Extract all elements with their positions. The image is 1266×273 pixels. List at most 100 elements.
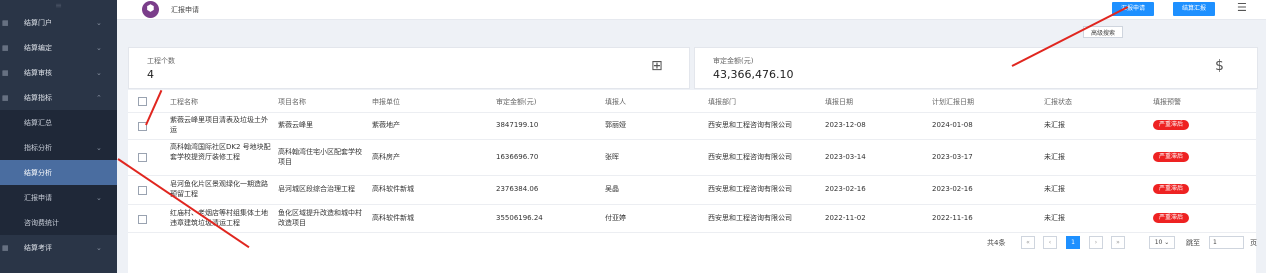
data-table: 工程名称 项目名称 申报单位 审定金额(元) 填报人 填报部门 填报日期 计划汇… [128,90,1256,273]
sidebar-item-label: 指标分析 [24,143,52,152]
grid-icon: ▦ [2,18,9,27]
row-checkbox[interactable] [138,153,147,162]
row-checkbox[interactable] [138,186,147,195]
cell-status: 未汇报 [1044,185,1065,193]
table-row[interactable]: 高科翰湾国际社区DK2 号地块配套学校提资厅装修工程 高科翰湾住宅小区配套学校项… [128,139,1256,176]
sidebar-item-settlement-index[interactable]: ▦ 结算指标 ⌃ [0,85,117,110]
cell-item-name: 皂河城区段综合治理工程 [278,185,355,193]
table-header: 工程名称 项目名称 申报单位 审定金额(元) 填报人 填报部门 填报日期 计划汇… [128,90,1256,113]
sidebar-item-label: 结算分析 [24,168,52,177]
sidebar-item-settlement-edit[interactable]: ▦ 结算编定 ⌄ [0,35,117,60]
last-page-button[interactable]: » [1111,236,1125,249]
cell-date: 2023-03-14 [825,153,866,161]
cell-date: 2023-12-08 [825,121,866,129]
grid-icon: ▦ [2,43,9,52]
column-header: 填报部门 [708,98,736,106]
column-header: 计划汇报日期 [932,98,974,106]
cell-status: 未汇报 [1044,121,1065,129]
cell-person: 吴晶 [605,185,619,193]
sidebar-item-evaluation[interactable]: ▦ 结算考评 ⌄ [0,235,117,260]
pager-total: 共4条 [987,239,1006,247]
sidebar-item-label: 汇报申请 [24,193,52,202]
header-bar: ⬢ 汇报申请 汇报申请 结算汇报 ☰ [117,0,1266,20]
cell-dept: 西安思和工程咨询有限公司 [708,121,792,129]
cell-unit: 高科软件新城 [372,185,414,193]
cell-item-name: 紫薇云峰里 [278,121,313,129]
table-row[interactable]: 红庙村、老烟店等村组集体土地违章建筑垃圾清运工程 鱼化区域提升改造和城中村改造项… [128,204,1256,233]
project-count-value: 4 [147,68,154,81]
amount-value: 43,366,476.10 [713,68,794,81]
cell-item-name: 高科翰湾住宅小区配套学校项目 [278,148,362,166]
cell-item-name: 鱼化区域提升改造和城中村改造项目 [278,209,362,227]
column-header: 汇报状态 [1044,98,1072,106]
sidebar-item-label: 结算汇总 [24,118,52,127]
chevron-up-icon: ⌃ [96,93,102,102]
warning-badge: 严重滞后 [1153,184,1190,194]
project-count-label: 工程个数 [147,57,175,65]
first-page-button[interactable]: « [1021,236,1035,249]
page-number-input[interactable]: 1 [1209,236,1244,249]
column-header: 工程名称 [170,98,198,106]
cell-dept: 西安思和工程咨询有限公司 [708,185,792,193]
column-header: 项目名称 [278,98,306,106]
table-row[interactable]: 皂河鱼化片区景观绿化一期造路预留工程 皂河城区段综合治理工程 高科软件新城 23… [128,175,1256,205]
cell-unit: 高科房产 [372,153,400,161]
amount-label: 审定金额(元) [713,57,754,65]
list-menu-icon[interactable]: ☰ [1237,2,1247,14]
sidebar-item-portal[interactable]: ▦ 结算门户 ⌄ [0,10,117,35]
chevron-down-icon: ⌄ [96,243,102,252]
row-checkbox[interactable] [138,215,147,224]
column-header: 审定金额(元) [496,98,537,106]
sidebar-subitem-index-analysis[interactable]: 指标分析 ⌄ [0,135,117,160]
cell-dept: 西安思和工程咨询有限公司 [708,153,792,161]
table-row[interactable]: 紫薇云峰里项目清表及垃圾土外运 紫薇云峰里 紫薇地产 3847199.10 郭丽… [128,112,1256,140]
column-header: 填报预警 [1153,98,1181,106]
money-bag-icon: $ [1215,58,1224,74]
column-header: 申报单位 [372,98,400,106]
settlement-report-button[interactable]: 结算汇报 [1173,2,1215,16]
sidebar-subitem-fee-stats[interactable]: 咨询费统计 [0,210,117,235]
warning-badge: 严重滞后 [1153,213,1190,223]
cell-date: 2023-02-16 [825,185,866,193]
cell-plan-date: 2023-03-17 [932,153,973,161]
cell-date: 2022-11-02 [825,214,866,222]
sidebar-subitem-report-apply[interactable]: 汇报申请 ⌄ [0,185,117,210]
sidebar-item-label: 结算考评 [24,243,52,252]
sidebar-subitem-summary[interactable]: 结算汇总 [0,110,117,135]
cell-person: 张晖 [605,153,619,161]
app-logo-icon: ⬢ [142,1,159,18]
cell-project-name: 皂河鱼化片区景观绿化一期造路预留工程 [170,180,268,198]
chevron-down-icon: ⌄ [96,68,102,77]
sidebar-item-label: 结算门户 [24,18,52,27]
cell-person: 郭丽娅 [605,121,626,129]
next-page-button[interactable]: › [1089,236,1103,249]
chevron-down-icon: ⌄ [96,193,102,202]
page-suffix-label: 页 [1250,239,1257,247]
grid-icon: ▦ [2,68,9,77]
sidebar-item-label: 结算审核 [24,68,52,77]
cell-status: 未汇报 [1044,153,1065,161]
cell-unit: 高科软件新城 [372,214,414,222]
cell-plan-date: 2023-02-16 [932,185,973,193]
select-all-checkbox[interactable] [138,97,147,106]
page-button-current[interactable]: 1 [1066,236,1080,249]
amount-card: 审定金额(元) 43,366,476.10 $ [694,47,1258,89]
column-header: 填报日期 [825,98,853,106]
cell-amount: 2376384.06 [496,185,539,193]
grid-icon: ▦ [2,93,9,102]
sidebar-item-label: 结算指标 [24,93,52,102]
prev-page-button[interactable]: ‹ [1043,236,1057,249]
report-apply-button[interactable]: 汇报申请 [1112,2,1154,16]
sidebar-subitem-settlement-analysis[interactable]: 结算分析 [0,160,117,185]
page-title: 汇报申请 [171,6,199,14]
cell-project-name: 红庙村、老烟店等村组集体土地违章建筑垃圾清运工程 [170,209,268,227]
cell-plan-date: 2024-01-08 [932,121,973,129]
page-size-select[interactable]: 10 ⌄ [1149,236,1175,249]
cell-unit: 紫薇地产 [372,121,400,129]
cell-amount: 1636696.70 [496,153,539,161]
plus-square-icon: ⊞ [651,58,663,74]
chevron-down-icon: ⌄ [96,18,102,27]
menu-toggle-icon[interactable]: ≡ [0,0,117,10]
sidebar-item-settlement-review[interactable]: ▦ 结算审核 ⌄ [0,60,117,85]
chevron-down-icon: ⌄ [96,143,102,152]
